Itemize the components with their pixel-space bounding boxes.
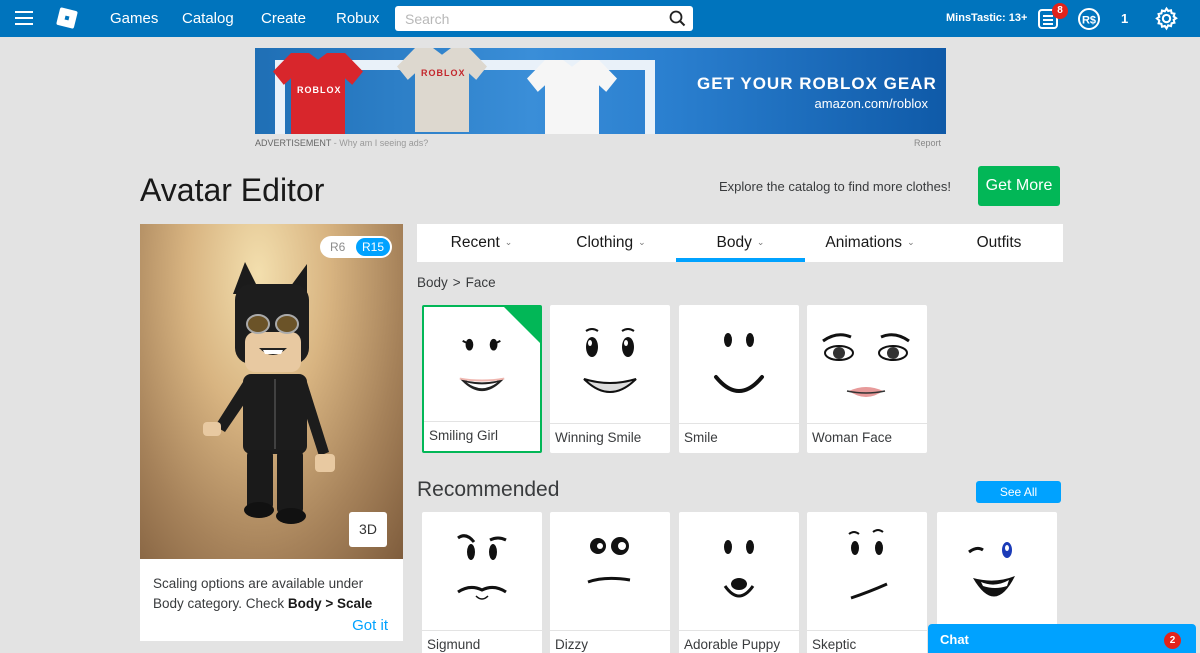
- breadcrumb: Body > Face: [417, 275, 496, 290]
- ad-report-link[interactable]: Report: [914, 138, 941, 148]
- get-more-button[interactable]: Get More: [978, 166, 1060, 206]
- tab-clothing[interactable]: Clothing ⌄: [546, 224, 676, 262]
- recommended-item-card[interactable]: Skeptic: [807, 512, 927, 653]
- recommended-item-card[interactable]: Adorable Puppy: [679, 512, 799, 653]
- ad-headline: GET YOUR ROBLOX GEAR: [697, 74, 937, 93]
- avatar-figure: [203, 262, 335, 524]
- item-name: Skeptic: [807, 630, 927, 653]
- search-input[interactable]: [395, 6, 655, 31]
- tab-outfits[interactable]: Outfits: [935, 224, 1063, 262]
- item-card[interactable]: Smiling Girl: [422, 305, 542, 453]
- chevron-down-icon: ⌄: [638, 237, 646, 247]
- search-box: [395, 6, 693, 31]
- rig-r6-option[interactable]: R6: [330, 240, 345, 254]
- view-3d-toggle[interactable]: 3D: [349, 512, 387, 547]
- item-name: Sigmund: [422, 630, 542, 653]
- item-card[interactable]: Woman Face: [807, 305, 927, 453]
- chat-bar[interactable]: Chat 2: [928, 624, 1196, 653]
- recommended-heading: Recommended: [417, 478, 560, 501]
- scaling-tip: Scaling options are available under Body…: [140, 559, 403, 641]
- face-thumbnail: [723, 540, 755, 598]
- chat-unread-badge: 2: [1164, 632, 1181, 649]
- item-name: Winning Smile: [550, 423, 670, 453]
- tip-sep: >: [325, 596, 334, 611]
- tab-recent[interactable]: Recent ⌄: [417, 224, 546, 262]
- nav-link-games[interactable]: Games: [110, 10, 158, 27]
- roblox-logo-icon[interactable]: [56, 7, 78, 29]
- item-name: Adorable Puppy: [679, 630, 799, 653]
- tab-body[interactable]: Body ⌄: [676, 224, 805, 262]
- ad-label: ADVERTISEMENT: [255, 138, 332, 148]
- svg-text:R$: R$: [1082, 15, 1096, 27]
- item-name: Smiling Girl: [424, 421, 540, 451]
- item-name: Dizzy: [550, 630, 670, 653]
- selected-indicator: [504, 307, 540, 343]
- chevron-down-icon: ⌄: [907, 237, 915, 247]
- chevron-down-icon: ⌄: [504, 237, 513, 247]
- face-thumbnail: [457, 534, 507, 600]
- page-title: Avatar Editor: [140, 172, 325, 208]
- avatar-preview[interactable]: [140, 224, 403, 559]
- tip-scale: Scale: [337, 596, 373, 611]
- rig-r15-option[interactable]: R15: [356, 238, 390, 256]
- gear-icon[interactable]: [1154, 6, 1179, 31]
- got-it-link[interactable]: Got it: [352, 616, 388, 636]
- face-thumbnail: [587, 537, 631, 584]
- item-card[interactable]: Winning Smile: [550, 305, 670, 453]
- recommended-item-card[interactable]: Dizzy: [550, 512, 670, 653]
- robux-balance[interactable]: 1: [1121, 11, 1128, 26]
- advertisement-banner[interactable]: ROBLOX ROBLOX GET YOUR ROBLOX GEAR amazo…: [255, 48, 946, 134]
- explore-catalog-text: Explore the catalog to find more clothes…: [719, 179, 951, 194]
- tip-body: Body: [287, 596, 322, 611]
- face-thumbnail: [714, 333, 764, 393]
- search-icon[interactable]: [669, 10, 686, 27]
- ad-disclaimer: ADVERTISEMENT - Why am I seeing ads?: [255, 138, 428, 148]
- chevron-down-icon: ⌄: [756, 237, 765, 247]
- see-all-button[interactable]: See All: [976, 481, 1061, 503]
- nav-link-catalog[interactable]: Catalog: [182, 10, 234, 27]
- face-thumbnail: [822, 333, 910, 397]
- ad-url: amazon.com/roblox: [814, 96, 928, 111]
- robux-icon[interactable]: R$: [1077, 7, 1101, 31]
- breadcrumb-current: Face: [465, 275, 496, 290]
- face-thumbnail: [968, 542, 1015, 597]
- chat-label: Chat: [940, 632, 969, 647]
- top-nav-bar: Games Catalog Create Robux MinsTastic: 1…: [0, 0, 1200, 37]
- username-label[interactable]: MinsTastic: 13+: [946, 12, 1027, 24]
- item-name: Woman Face: [807, 423, 927, 453]
- tab-animations[interactable]: Animations ⌄: [805, 224, 935, 262]
- face-thumbnail: [583, 328, 637, 393]
- item-name: Smile: [679, 423, 799, 453]
- why-ads-link[interactable]: - Why am I seeing ads?: [334, 138, 429, 148]
- breadcrumb-parent[interactable]: Body: [417, 275, 448, 290]
- nav-link-robux[interactable]: Robux: [336, 10, 379, 27]
- menu-icon[interactable]: [15, 11, 33, 25]
- breadcrumb-separator: >: [452, 275, 461, 290]
- item-card[interactable]: Smile: [679, 305, 799, 453]
- rig-type-toggle: R6 R15: [320, 236, 392, 258]
- face-thumbnail: [848, 529, 888, 600]
- recommended-item-card[interactable]: Sigmund: [422, 512, 542, 653]
- notifications-badge: 8: [1052, 3, 1068, 19]
- nav-link-create[interactable]: Create: [261, 10, 306, 27]
- category-tabs: Recent ⌄ Clothing ⌄ Body ⌄ Animations ⌄ Outf…: [417, 224, 1063, 262]
